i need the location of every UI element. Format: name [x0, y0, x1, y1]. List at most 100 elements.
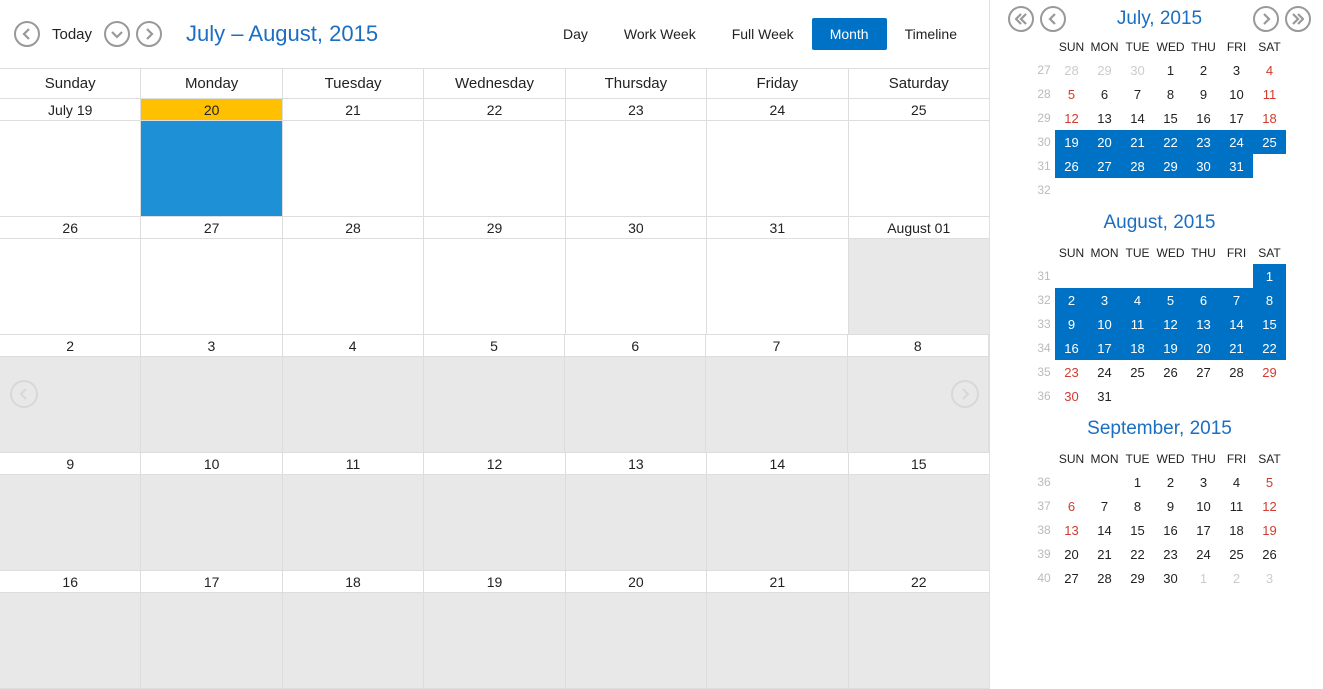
- mini-day-cell[interactable]: 6: [1088, 82, 1121, 106]
- mini-day-cell[interactable]: 15: [1253, 312, 1286, 336]
- mini-day-cell[interactable]: 28: [1088, 566, 1121, 590]
- mini-day-cell[interactable]: 31: [1088, 384, 1121, 408]
- day-cell[interactable]: 26: [0, 217, 141, 334]
- day-body[interactable]: [424, 593, 564, 688]
- day-body[interactable]: [283, 593, 423, 688]
- mini-day-cell[interactable]: 2: [1055, 288, 1088, 312]
- day-cell[interactable]: 3: [141, 335, 282, 452]
- mini-day-cell[interactable]: 10: [1220, 82, 1253, 106]
- mini-day-cell[interactable]: 11: [1253, 82, 1286, 106]
- mini-calendar-title[interactable]: September, 2015: [1008, 418, 1311, 440]
- day-cell[interactable]: 25: [849, 99, 989, 216]
- view-tab-work-week[interactable]: Work Week: [606, 18, 714, 50]
- mini-day-cell[interactable]: 25: [1253, 130, 1286, 154]
- day-cell[interactable]: 15: [849, 453, 989, 570]
- mini-day-cell[interactable]: 22: [1154, 130, 1187, 154]
- mini-day-cell[interactable]: 15: [1121, 518, 1154, 542]
- mini-day-cell[interactable]: 29: [1121, 566, 1154, 590]
- view-tab-month[interactable]: Month: [812, 18, 887, 50]
- mini-day-cell[interactable]: 9: [1154, 494, 1187, 518]
- mini-day-cell[interactable]: 18: [1220, 518, 1253, 542]
- mini-day-cell[interactable]: 14: [1220, 312, 1253, 336]
- mini-day-cell[interactable]: 27: [1088, 154, 1121, 178]
- mini-day-cell[interactable]: 14: [1088, 518, 1121, 542]
- day-cell[interactable]: July 19: [0, 99, 141, 216]
- day-cell[interactable]: 5: [424, 335, 565, 452]
- day-body[interactable]: [566, 239, 706, 334]
- day-cell[interactable]: 29: [424, 217, 565, 334]
- day-cell[interactable]: 27: [141, 217, 282, 334]
- mini-day-cell[interactable]: 19: [1154, 336, 1187, 360]
- mini-day-cell[interactable]: 13: [1187, 312, 1220, 336]
- day-cell[interactable]: 14: [707, 453, 848, 570]
- mini-day-cell[interactable]: 18: [1121, 336, 1154, 360]
- mini-day-cell[interactable]: 20: [1187, 336, 1220, 360]
- day-body[interactable]: [283, 475, 423, 570]
- grid-prev-button[interactable]: [10, 380, 38, 408]
- mini-day-cell[interactable]: 30: [1055, 384, 1088, 408]
- day-cell[interactable]: 22: [849, 571, 989, 688]
- day-body[interactable]: [707, 239, 847, 334]
- day-body[interactable]: [424, 475, 564, 570]
- mini-day-cell[interactable]: 31: [1220, 154, 1253, 178]
- day-body[interactable]: [283, 121, 423, 216]
- mini-day-cell[interactable]: 12: [1253, 494, 1286, 518]
- view-tab-day[interactable]: Day: [545, 18, 606, 50]
- day-cell[interactable]: 11: [283, 453, 424, 570]
- day-body[interactable]: [0, 593, 140, 688]
- mini-day-cell[interactable]: 11: [1220, 494, 1253, 518]
- mini-day-cell[interactable]: 26: [1154, 360, 1187, 384]
- mini-day-cell[interactable]: 16: [1187, 106, 1220, 130]
- mini-day-cell[interactable]: 16: [1055, 336, 1088, 360]
- day-body[interactable]: [283, 239, 423, 334]
- mini-day-cell[interactable]: 3: [1220, 58, 1253, 82]
- mini-day-cell[interactable]: 22: [1121, 542, 1154, 566]
- mini-day-cell[interactable]: 2: [1220, 566, 1253, 590]
- day-body[interactable]: [141, 239, 281, 334]
- day-body[interactable]: [566, 475, 706, 570]
- mini-day-cell[interactable]: 16: [1154, 518, 1187, 542]
- day-body[interactable]: [566, 593, 706, 688]
- day-body[interactable]: [707, 121, 847, 216]
- mini-day-cell[interactable]: 1: [1121, 470, 1154, 494]
- mini-day-cell[interactable]: 28: [1055, 58, 1088, 82]
- mini-day-cell[interactable]: 13: [1055, 518, 1088, 542]
- day-body[interactable]: [141, 357, 281, 452]
- mini-day-cell[interactable]: 19: [1055, 130, 1088, 154]
- mini-day-cell[interactable]: 17: [1187, 518, 1220, 542]
- day-body[interactable]: [424, 121, 564, 216]
- day-body[interactable]: [424, 239, 564, 334]
- mini-day-cell[interactable]: 19: [1253, 518, 1286, 542]
- nav-next-month-button[interactable]: [1253, 6, 1279, 32]
- day-cell[interactable]: 21: [283, 99, 424, 216]
- mini-day-cell[interactable]: 6: [1187, 288, 1220, 312]
- mini-day-cell[interactable]: 10: [1088, 312, 1121, 336]
- mini-day-cell[interactable]: 21: [1121, 130, 1154, 154]
- scroll-down-button[interactable]: [104, 21, 130, 47]
- day-body[interactable]: [706, 357, 846, 452]
- mini-day-cell[interactable]: 25: [1220, 542, 1253, 566]
- mini-day-cell[interactable]: 25: [1121, 360, 1154, 384]
- mini-day-cell[interactable]: 5: [1253, 470, 1286, 494]
- mini-day-cell[interactable]: 12: [1154, 312, 1187, 336]
- mini-day-cell[interactable]: 7: [1121, 82, 1154, 106]
- view-tab-timeline[interactable]: Timeline: [887, 18, 975, 50]
- mini-day-cell[interactable]: 30: [1154, 566, 1187, 590]
- next-range-button[interactable]: [136, 21, 162, 47]
- mini-day-cell[interactable]: 9: [1187, 82, 1220, 106]
- mini-day-cell[interactable]: 24: [1088, 360, 1121, 384]
- day-body[interactable]: [0, 475, 140, 570]
- mini-day-cell[interactable]: 5: [1154, 288, 1187, 312]
- mini-day-cell[interactable]: 27: [1187, 360, 1220, 384]
- mini-day-cell[interactable]: 13: [1088, 106, 1121, 130]
- day-body[interactable]: [849, 593, 989, 688]
- day-body[interactable]: [141, 593, 281, 688]
- day-cell[interactable]: 4: [283, 335, 424, 452]
- mini-day-cell[interactable]: 20: [1088, 130, 1121, 154]
- day-cell[interactable]: 16: [0, 571, 141, 688]
- mini-day-cell[interactable]: 30: [1121, 58, 1154, 82]
- mini-day-cell[interactable]: 29: [1154, 154, 1187, 178]
- day-cell[interactable]: 30: [566, 217, 707, 334]
- nav-prev-year-button[interactable]: [1008, 6, 1034, 32]
- mini-day-cell[interactable]: 1: [1154, 58, 1187, 82]
